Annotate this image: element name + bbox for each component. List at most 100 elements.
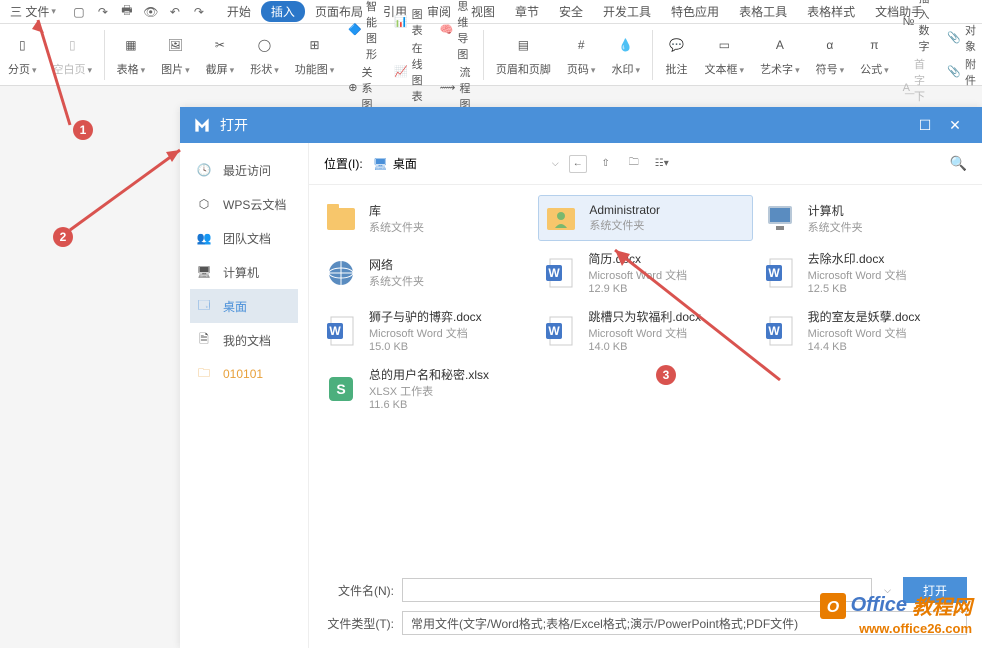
watermark: O Office教程网 xyxy=(820,591,972,620)
folder-icon: 🗀 xyxy=(195,365,213,383)
ribbon-chart[interactable]: 📊 图表 xyxy=(394,6,428,38)
ribbon-insertnum[interactable]: № 插入数字 xyxy=(903,0,936,54)
sidebar-folder-010101[interactable]: 🗀010101 xyxy=(180,357,308,391)
view-button[interactable]: ☷▾ xyxy=(653,155,671,173)
open-icon[interactable]: ↷ xyxy=(95,4,111,20)
file-item[interactable]: W 跳槽只为软福利.docxMicrosoft Word 文档14.0 KB xyxy=(538,304,752,357)
svg-text:O: O xyxy=(826,599,839,616)
location-select[interactable]: 🖥 桌面 ⌵ xyxy=(373,155,559,172)
ribbon-screenshot[interactable]: ✂截屏▾ xyxy=(198,33,243,77)
ribbon-page[interactable]: ▯分页▾ xyxy=(0,33,45,77)
file-item[interactable]: W 狮子与驴的博弈.docxMicrosoft Word 文档15.0 KB xyxy=(319,304,533,357)
svg-text:W: W xyxy=(768,324,780,338)
location-bar: 位置(I): 🖥 桌面 ⌵ ← ⇧ 🗀 ☷▾ 🔍 xyxy=(309,143,982,185)
ribbon-headerfooter[interactable]: ▤页眉和页脚 xyxy=(488,33,559,77)
maximize-button[interactable]: ☐ xyxy=(910,117,940,134)
file-item[interactable]: W 去除水印.docxMicrosoft Word 文档12.5 KB xyxy=(758,246,972,299)
quick-toolbar: ▢ ↷ 🖶 👁 ↶ ↷ xyxy=(71,4,207,20)
sidebar: 🕓最近访问 ⬡WPS云文档 👥团队文档 🖥计算机 🗔桌面 🗎我的文档 🗀0101… xyxy=(180,143,308,648)
undo-icon[interactable]: ↶ xyxy=(167,4,183,20)
sidebar-computer[interactable]: 🖥计算机 xyxy=(180,255,308,289)
preview-icon[interactable]: 👁 xyxy=(143,4,159,20)
filename-input[interactable] xyxy=(402,578,872,602)
ribbon-flowchart[interactable]: ⟿ 流程图 xyxy=(440,64,474,112)
file-item[interactable]: 库系统文件夹 xyxy=(319,195,533,241)
ribbon-func[interactable]: ⊞功能图▾ xyxy=(287,33,343,77)
team-icon: 👥 xyxy=(195,229,213,247)
file-item[interactable]: 网络系统文件夹 xyxy=(319,246,533,299)
svg-text:W: W xyxy=(329,324,341,338)
computer-icon: 🖥 xyxy=(195,263,213,281)
search-icon[interactable]: 🔍 xyxy=(950,155,967,172)
file-item[interactable]: W 我的室友是妖孽.docxMicrosoft Word 文档14.4 KB xyxy=(758,304,972,357)
office-logo-icon: O xyxy=(820,593,846,619)
ribbon-attach[interactable]: 📎 附件 xyxy=(947,56,976,88)
sidebar-desktop[interactable]: 🗔桌面 xyxy=(190,289,298,323)
up-button[interactable]: ⇧ xyxy=(597,155,615,173)
ribbon: ▯分页▾ ▯空白页▾ ▦表格▾ 🖼图片▾ ✂截屏▾ ◯形状▾ ⊞功能图▾ 🔷 智… xyxy=(0,24,982,86)
file-item[interactable]: 计算机系统文件夹 xyxy=(758,195,972,241)
file-item[interactable]: Administrator系统文件夹 xyxy=(538,195,752,241)
file-item[interactable]: W 简历.docxMicrosoft Word 文档12.9 KB xyxy=(538,246,752,299)
clock-icon: 🕓 xyxy=(195,161,213,179)
ribbon-onlinechart[interactable]: 📈 在线图表 xyxy=(394,40,428,104)
watermark-url: www.office26.com xyxy=(859,621,972,636)
ribbon-symbol[interactable]: α符号▾ xyxy=(808,33,853,77)
sidebar-cloud[interactable]: ⬡WPS云文档 xyxy=(180,187,308,221)
menubar: 三 文件▾ ▢ ↷ 🖶 👁 ↶ ↷ 开始 插入 页面布局 引用 审阅 视图 章节… xyxy=(0,0,982,24)
open-dialog: 打开 ☐ ✕ 🕓最近访问 ⬡WPS云文档 👥团队文档 🖥计算机 🗔桌面 🗎我的文… xyxy=(180,107,982,648)
ribbon-object[interactable]: 📎 对象 xyxy=(947,22,976,54)
filetype-label: 文件类型(T): xyxy=(324,615,394,632)
docs-icon: 🗎 xyxy=(195,331,213,349)
print-icon[interactable]: 🖶 xyxy=(119,4,135,20)
tab-special[interactable]: 特色应用 xyxy=(661,1,729,22)
sidebar-mydocs[interactable]: 🗎我的文档 xyxy=(180,323,308,357)
ribbon-mindmap[interactable]: 🧠 思维导图 xyxy=(440,0,474,62)
ribbon-relation[interactable]: ⊕ 关系图 xyxy=(348,64,382,112)
word-icon: W xyxy=(542,313,578,349)
tab-tabletools[interactable]: 表格工具 xyxy=(729,1,797,22)
ribbon-table[interactable]: ▦表格▾ xyxy=(109,33,154,77)
cloud-icon: ⬡ xyxy=(195,195,213,213)
tab-chapter[interactable]: 章节 xyxy=(505,1,549,22)
word-icon: W xyxy=(762,313,798,349)
word-icon: W xyxy=(762,255,798,291)
newfolder-button[interactable]: 🗀 xyxy=(625,155,643,173)
tab-start[interactable]: 开始 xyxy=(217,1,261,22)
tab-security[interactable]: 安全 xyxy=(549,1,593,22)
app-icon xyxy=(192,115,212,135)
file-list: 库系统文件夹 Administrator系统文件夹 计算机系统文件夹 网络系统文… xyxy=(309,185,982,567)
close-button[interactable]: ✕ xyxy=(940,117,970,134)
sidebar-recent[interactable]: 🕓最近访问 xyxy=(180,153,308,187)
ribbon-wordart[interactable]: A艺术字▾ xyxy=(752,33,808,77)
tab-dev[interactable]: 开发工具 xyxy=(593,1,661,22)
filename-label: 文件名(N): xyxy=(324,582,394,599)
file-menu[interactable]: 三 文件▾ xyxy=(5,3,61,20)
ribbon-textbox[interactable]: ▭文本框▾ xyxy=(697,33,753,77)
network-icon xyxy=(323,255,359,291)
dialog-titlebar[interactable]: 打开 ☐ ✕ xyxy=(180,107,982,143)
sidebar-team[interactable]: 👥团队文档 xyxy=(180,221,308,255)
redo-icon[interactable]: ↷ xyxy=(191,4,207,20)
ribbon-equation[interactable]: π公式▾ xyxy=(852,33,897,77)
file-item[interactable]: S 总的用户名和秘密.xlsxXLSX 工作表11.6 KB xyxy=(319,362,533,415)
desktop-icon: 🗔 xyxy=(195,297,213,315)
svg-text:W: W xyxy=(549,266,561,280)
svg-text:S: S xyxy=(336,381,345,397)
annotation-number-1: 1 xyxy=(73,120,93,140)
ribbon-smartart[interactable]: 🔷 智能图形 xyxy=(348,0,382,62)
monitor-icon: 🖥 xyxy=(373,157,388,171)
word-icon: W xyxy=(542,255,578,291)
new-icon[interactable]: ▢ xyxy=(71,4,87,20)
ribbon-watermark[interactable]: 💧水印▾ xyxy=(603,33,648,77)
ribbon-blank[interactable]: ▯空白页▾ xyxy=(45,33,101,77)
library-icon xyxy=(323,200,359,236)
ribbon-image[interactable]: 🖼图片▾ xyxy=(153,33,198,77)
tab-tablestyle[interactable]: 表格样式 xyxy=(797,1,865,22)
annotation-number-2: 2 xyxy=(53,227,73,247)
tab-insert[interactable]: 插入 xyxy=(261,1,305,22)
ribbon-shapes[interactable]: ◯形状▾ xyxy=(242,33,287,77)
back-button[interactable]: ← xyxy=(569,155,587,173)
ribbon-comment[interactable]: 💬批注 xyxy=(657,33,697,77)
ribbon-pagenum[interactable]: #页码▾ xyxy=(559,33,604,77)
